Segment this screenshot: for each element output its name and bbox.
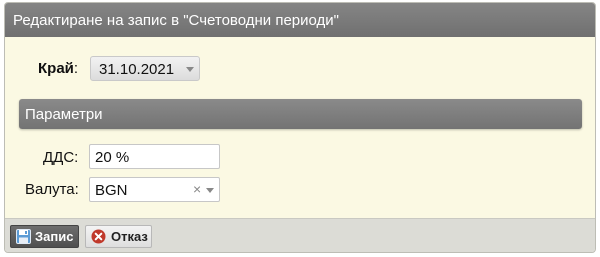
end-field-label: Край <box>38 60 74 77</box>
dialog-title: Редактиране на запис в "Счетоводни перио… <box>13 12 339 29</box>
parameters-section-title: Параметри <box>25 106 103 123</box>
cancel-button-label: Отказ <box>111 229 148 244</box>
currency-field-label: Валута: <box>25 181 79 198</box>
dialog-title-bar[interactable]: Редактиране на запис в "Счетоводни перио… <box>5 3 595 37</box>
save-button-label: Запис <box>35 229 74 244</box>
cancel-circle-icon <box>91 229 106 244</box>
vat-field-label: ДДС: <box>43 149 79 166</box>
chevron-down-icon[interactable] <box>206 188 214 193</box>
end-date-value: 31.10.2021 <box>99 61 175 78</box>
currency-select[interactable]: BGN × <box>89 177 220 202</box>
dialog-footer: Запис Отказ <box>5 218 595 252</box>
vat-value: 20 % <box>95 149 130 166</box>
cancel-button[interactable]: Отказ <box>85 225 152 248</box>
end-field-label-wrap: Край: <box>38 60 78 77</box>
end-field-colon: : <box>73 60 79 77</box>
end-date-select[interactable]: 31.10.2021 <box>90 56 200 81</box>
save-button[interactable]: Запис <box>10 225 79 248</box>
floppy-disk-icon <box>16 229 31 244</box>
parameters-section-header[interactable]: Параметри <box>19 99 582 129</box>
clear-icon[interactable]: × <box>193 181 201 198</box>
edit-record-dialog: Редактиране на запис в "Счетоводни перио… <box>4 2 596 253</box>
currency-value: BGN <box>95 182 128 199</box>
vat-input[interactable]: 20 % <box>89 144 220 169</box>
chevron-down-icon <box>186 67 194 72</box>
